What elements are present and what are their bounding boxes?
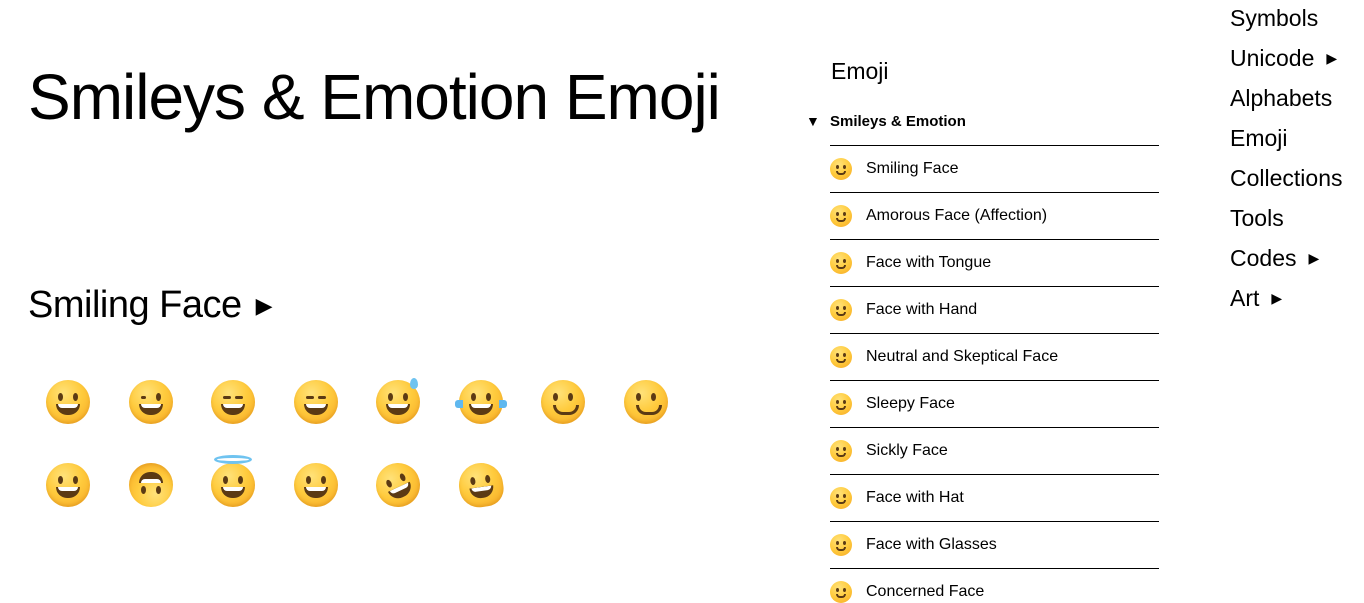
nav-item-label: Unicode [1230, 45, 1315, 71]
nav-item-label: Codes [1230, 245, 1297, 271]
category-title[interactable]: Emoji [831, 58, 889, 85]
subcategory-item[interactable]: Face with Tongue [830, 240, 1159, 287]
subcategory-item[interactable]: Smiling Face [830, 146, 1159, 193]
nav-item-art[interactable]: Art ▶ [1230, 278, 1343, 318]
nav-item-label: Symbols [1230, 5, 1319, 31]
grinning-face-icon [46, 379, 90, 424]
melting-face-icon [455, 459, 506, 510]
emoji-cell[interactable] [357, 360, 439, 443]
subcategory-item-label: Amorous Face (Affection) [866, 207, 1048, 224]
yum-face-icon [830, 252, 852, 274]
subcategory-item[interactable]: Amorous Face (Affection) [830, 193, 1159, 240]
subcategory-item-label: Neutral and Skeptical Face [866, 348, 1059, 365]
nav-item-label: Emoji [1230, 125, 1288, 151]
section-heading-smiling-face[interactable]: Smiling Face ▶ [28, 282, 273, 329]
sweat-smile-face-icon [376, 377, 420, 424]
tears-of-joy-face-icon [454, 379, 507, 424]
subcategory-list: Smiling Face Amorous Face (Affection) Face… [830, 145, 1159, 603]
emoji-cell[interactable] [192, 360, 274, 443]
subcategory-item-label: Sleepy Face [866, 395, 955, 412]
emoji-cell[interactable] [440, 443, 522, 526]
emoji-cell[interactable] [275, 443, 357, 526]
subcategory-item-label: Concerned Face [866, 583, 985, 600]
cowboy-face-icon [830, 487, 852, 509]
nav-item-label: Art [1230, 285, 1260, 311]
emoji-cell[interactable] [357, 443, 439, 526]
submenu-caret-icon: ▶ [1271, 290, 1283, 306]
thinking-face-icon [830, 299, 852, 321]
squinting-face-icon [293, 379, 338, 424]
emoji-cell[interactable] [27, 360, 109, 443]
sunglasses-face-icon [830, 534, 852, 556]
submenu-caret-icon: ▶ [1308, 250, 1320, 266]
nav-item-collections[interactable]: Collections [1230, 158, 1343, 198]
rolling-laughing-face-icon [368, 455, 428, 514]
pensive-face-icon [830, 393, 852, 415]
nav-item-symbols[interactable]: Symbols [1230, 0, 1343, 38]
emoji-cell[interactable] [110, 360, 192, 443]
emoji-grid [27, 360, 727, 526]
nav-item-label: Alphabets [1230, 85, 1333, 111]
subcategory-item-label: Sickly Face [866, 442, 948, 459]
page-title: Smileys & Emotion Emoji [28, 61, 721, 133]
big-eyes-grinning-face-icon [293, 462, 338, 507]
tears-of-joy-face-icon [830, 158, 852, 180]
emoji-cell[interactable] [605, 360, 687, 443]
page: Smileys & Emotion Emoji Smiling Face ▶ Em… [0, 0, 1364, 603]
nav-item-alphabets[interactable]: Alphabets [1230, 78, 1343, 118]
emoji-cell[interactable] [440, 360, 522, 443]
nav-item-codes[interactable]: Codes ▶ [1230, 238, 1343, 278]
nav-item-emoji[interactable]: Emoji [1230, 118, 1343, 158]
emoji-cell[interactable] [522, 360, 604, 443]
play-arrow-icon: ▶ [255, 293, 273, 318]
halo-face-icon [211, 454, 255, 507]
crying-face-icon [830, 581, 852, 603]
emoji-cell[interactable] [192, 443, 274, 526]
main-nav: Symbols Unicode ▶ Alphabets Emoji Collections… [1230, 0, 1343, 318]
subcategory-item-label: Face with Hat [866, 489, 964, 506]
subcategory-item-label: Face with Glasses [866, 536, 997, 553]
subcategory-item-label: Face with Hand [866, 301, 978, 318]
nav-item-tools[interactable]: Tools [1230, 198, 1343, 238]
subcategory-title: Smileys & Emotion [830, 113, 966, 130]
rolling-eyes-face-icon [830, 346, 852, 368]
submenu-caret-icon: ▶ [1326, 50, 1338, 66]
subcategory-item[interactable]: Face with Glasses [830, 522, 1159, 569]
subcategory-item[interactable]: Sleepy Face [830, 381, 1159, 428]
subcategory-item[interactable]: Face with Hat [830, 475, 1159, 522]
slightly-smiling-face-icon [623, 379, 668, 424]
grinning-smiling-eyes-face-icon [46, 462, 90, 507]
subcategory-header[interactable]: ▼ Smileys & Emotion [806, 113, 1166, 130]
winking-face-icon [128, 379, 173, 424]
subcategory-item-label: Smiling Face [866, 160, 959, 177]
mask-face-icon [830, 440, 852, 462]
subcategory-item[interactable]: Sickly Face [830, 428, 1159, 475]
emoji-cell[interactable] [275, 360, 357, 443]
nav-item-label: Collections [1230, 165, 1343, 191]
upside-down-face-icon [128, 462, 173, 507]
subcategory-item-label: Face with Tongue [866, 254, 992, 271]
smiling-eyes-face-icon [541, 379, 585, 424]
emoji-cell[interactable] [27, 443, 109, 526]
heart-eyes-face-icon [830, 205, 852, 227]
subcategory-item[interactable]: Neutral and Skeptical Face [830, 334, 1159, 381]
expanded-triangle-icon: ▼ [806, 113, 820, 129]
subcategory-item[interactable]: Concerned Face [830, 569, 1159, 603]
nav-item-unicode[interactable]: Unicode ▶ [1230, 38, 1343, 78]
section-heading-label: Smiling Face [28, 284, 242, 326]
subcategory-item[interactable]: Face with Hand [830, 287, 1159, 334]
beaming-face-icon [211, 379, 255, 424]
nav-item-label: Tools [1230, 205, 1284, 231]
emoji-cell[interactable] [110, 443, 192, 526]
